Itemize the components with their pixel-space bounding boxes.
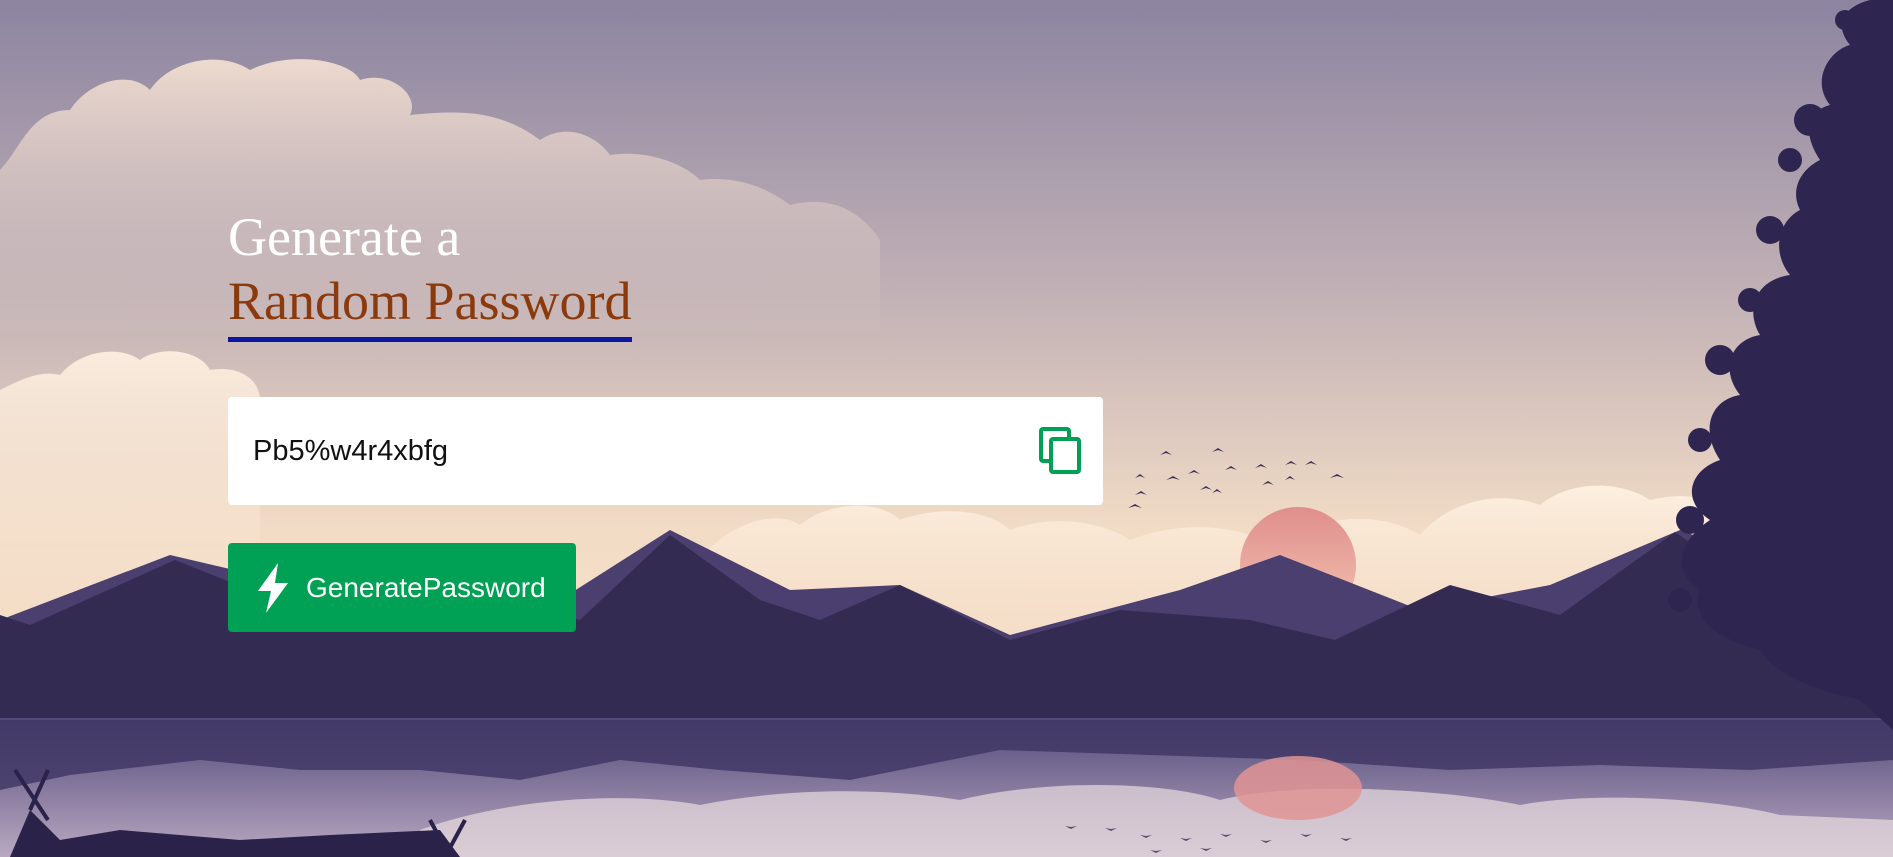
generate-password-button[interactable]: GeneratePassword	[228, 543, 576, 632]
page-title-line1: Generate a	[228, 207, 461, 267]
password-field[interactable]: Pb5%w4r4xbfg	[228, 397, 1103, 505]
page-title-line2: Random Password	[228, 269, 632, 342]
main-content: Generate a Random Password Pb5%w4r4xbfg …	[228, 205, 1103, 632]
generate-button-label: GeneratePassword	[306, 571, 546, 603]
copy-icon	[1039, 427, 1081, 474]
copy-button[interactable]	[1039, 427, 1083, 475]
lightning-bolt-icon	[258, 562, 288, 613]
password-value[interactable]: Pb5%w4r4xbfg	[253, 435, 448, 468]
